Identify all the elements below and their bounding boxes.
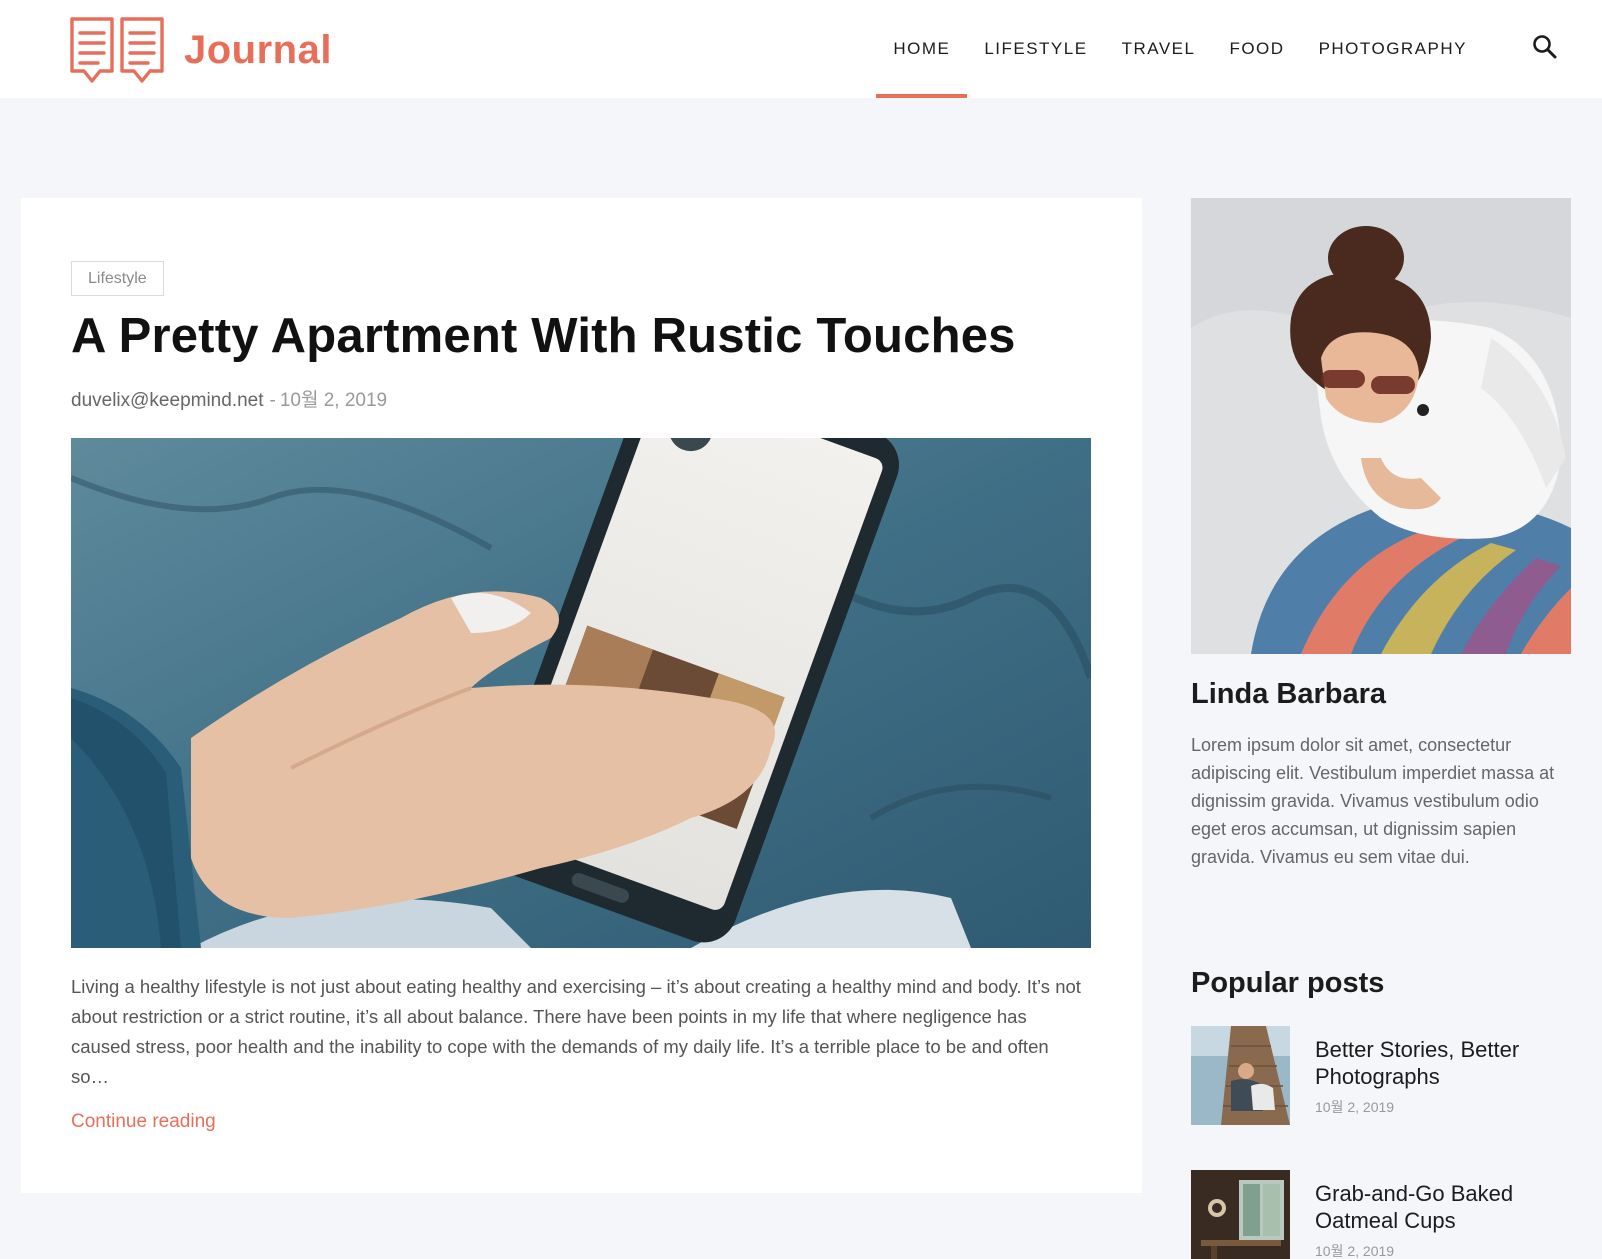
site-header: Journal HOME LIFESTYLE TRAVEL FOOD PHOTO… [0, 0, 1602, 98]
meta-separator: - [269, 390, 276, 411]
couple-on-dock-photo [1191, 1026, 1290, 1125]
post-featured-image[interactable] [71, 438, 1091, 948]
popular-post-item[interactable]: Better Stories, Better Photographs 10월 2… [1191, 1026, 1591, 1126]
post-title[interactable]: A Pretty Apartment With Rustic Touches [71, 308, 1111, 364]
search-icon [1533, 35, 1557, 59]
author-profile-image [1191, 198, 1571, 654]
popular-post-thumbnail[interactable] [1191, 1026, 1290, 1125]
popular-post-title[interactable]: Grab-and-Go Baked Oatmeal Cups [1315, 1180, 1585, 1234]
nav-food[interactable]: FOOD [1212, 0, 1301, 98]
search-button[interactable] [1530, 32, 1560, 62]
main-nav: HOME LIFESTYLE TRAVEL FOOD PHOTOGRAPHY [876, 0, 1484, 98]
nav-photography[interactable]: PHOTOGRAPHY [1302, 0, 1484, 98]
category-badge[interactable]: Lifestyle [71, 261, 164, 296]
author-bio: Lorem ipsum dolor sit amet, consectetur … [1191, 735, 1555, 867]
nav-home[interactable]: HOME [876, 0, 968, 98]
woman-with-sunglasses-photo [1191, 198, 1571, 654]
post-author[interactable]: duvelix@keepmind.net [71, 390, 264, 411]
popular-post-date: 10월 2, 2019 [1315, 1243, 1395, 1259]
open-book-icon [70, 17, 164, 83]
nav-lifestyle[interactable]: LIFESTYLE [967, 0, 1104, 98]
post-meta: duvelix@keepmind.net -10월 2, 2019 [71, 385, 387, 412]
popular-post-thumbnail[interactable] [1191, 1170, 1290, 1259]
nav-travel[interactable]: TRAVEL [1105, 0, 1213, 98]
author-name: Linda Barbara [1191, 678, 1386, 710]
cafe-interior-photo [1191, 1170, 1290, 1259]
site-logo[interactable]: Journal [70, 16, 332, 84]
popular-post-date: 10월 2, 2019 [1315, 1099, 1395, 1115]
post-excerpt: Living a healthy lifestyle is not just a… [71, 976, 1081, 1087]
featured-post-card: Lifestyle A Pretty Apartment With Rustic… [21, 198, 1142, 1193]
popular-post-item[interactable]: Grab-and-Go Baked Oatmeal Cups 10월 2, 20… [1191, 1170, 1591, 1259]
continue-reading-link[interactable]: Continue reading [71, 1111, 216, 1133]
popular-posts-heading: Popular posts [1191, 967, 1385, 999]
hand-holding-smartphone-photo [71, 438, 1091, 948]
site-name: Journal [184, 27, 332, 72]
post-date: 10월 2, 2019 [279, 390, 388, 411]
popular-post-title[interactable]: Better Stories, Better Photographs [1315, 1036, 1585, 1090]
